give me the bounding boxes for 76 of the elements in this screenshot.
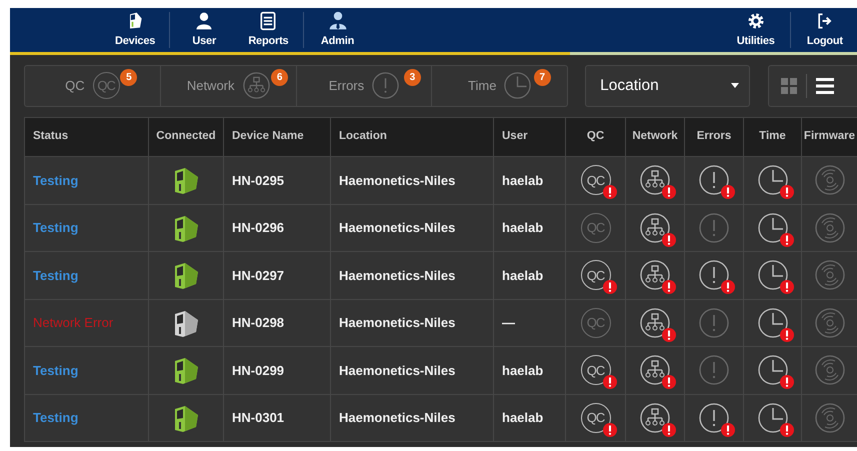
location-text: Haemonetics-Niles (330, 394, 494, 442)
status-text: Testing (24, 252, 148, 299)
reports-nav-button[interactable]: Reports (236, 9, 300, 51)
alert-icon (721, 280, 735, 294)
column-header: Location (330, 118, 494, 156)
status-text: Testing (24, 394, 148, 442)
device-name: HN-0295 (224, 156, 330, 204)
alert-icon (662, 422, 676, 437)
grid-view-button[interactable] (781, 78, 798, 94)
status-text: Network Error (24, 299, 148, 346)
exclamation-icon (372, 72, 400, 99)
caret-icon (731, 83, 740, 88)
admin-nav-button[interactable]: Admin (305, 9, 370, 51)
alert-icon (662, 185, 676, 200)
document-icon (258, 10, 278, 31)
admin-icon (328, 10, 348, 31)
clock-icon (504, 72, 532, 99)
errors-filter-button[interactable]: Errors 3 (296, 66, 432, 106)
utilities-nav-button[interactable]: Utilities (724, 9, 788, 51)
location-text: Haemonetics-Niles (330, 252, 494, 299)
column-header: QC (566, 118, 626, 156)
device-name: HN-0298 (224, 299, 330, 346)
location-text: Haemonetics-Niles (330, 156, 494, 204)
device-name: HN-0299 (224, 346, 330, 394)
gear-icon (746, 10, 766, 31)
device-name: HN-0301 (224, 394, 330, 442)
user-text: haelab (494, 394, 566, 442)
count-badge: 6 (271, 68, 288, 86)
column-header: Errors (684, 118, 744, 156)
column-header: Network (626, 118, 684, 156)
list-view-button[interactable] (816, 78, 834, 94)
alert-icon (662, 280, 676, 294)
alert-icon (780, 328, 794, 342)
alert-icon (721, 185, 735, 200)
list-icon (816, 78, 834, 94)
column-header: Connected (148, 118, 224, 156)
alert-icon (662, 328, 676, 342)
user-nav-button[interactable]: User (172, 9, 236, 51)
alert-icon (662, 375, 676, 390)
user-text: haelab (494, 156, 566, 204)
grid-icon (781, 78, 798, 94)
alert-icon (780, 185, 794, 200)
location-dropdown[interactable]: Location (585, 64, 750, 106)
alert-icon (721, 422, 735, 437)
column-header: Status (24, 118, 148, 156)
device-name: HN-0296 (224, 204, 330, 252)
alert-icon (780, 422, 794, 437)
devices-nav-button[interactable]: Devices (103, 9, 168, 51)
user-icon (194, 10, 214, 31)
network-filter-button[interactable]: Network 6 (160, 66, 297, 106)
location-text: Haemonetics-Niles (330, 346, 494, 394)
column-header: Firmware (802, 118, 857, 156)
count-badge: 5 (120, 68, 138, 86)
user-text: haelab (494, 204, 566, 252)
alert-icon (662, 232, 676, 247)
status-text: Testing (24, 156, 148, 204)
column-header: Time (744, 118, 802, 156)
column-header: User (494, 118, 566, 156)
location-text: Haemonetics-Niles (330, 204, 494, 252)
network-icon (242, 72, 270, 99)
logout-nav-button[interactable]: Logout (792, 9, 857, 51)
user-text: — (494, 299, 566, 346)
count-badge: 7 (534, 68, 551, 86)
status-text: Testing (24, 346, 148, 394)
alert-icon (602, 422, 616, 437)
device-name: HN-0297 (224, 252, 330, 299)
alert-icon (780, 375, 794, 390)
count-badge: 3 (404, 68, 421, 86)
status-text: Testing (24, 204, 148, 252)
user-text: haelab (494, 346, 566, 394)
time-filter-button[interactable]: Time 7 (432, 66, 568, 106)
location-text: Haemonetics-Niles (330, 299, 494, 346)
column-header: Device Name (224, 118, 330, 156)
alert-icon (780, 280, 794, 294)
user-text: haelab (494, 252, 566, 299)
alert-icon (780, 232, 794, 247)
